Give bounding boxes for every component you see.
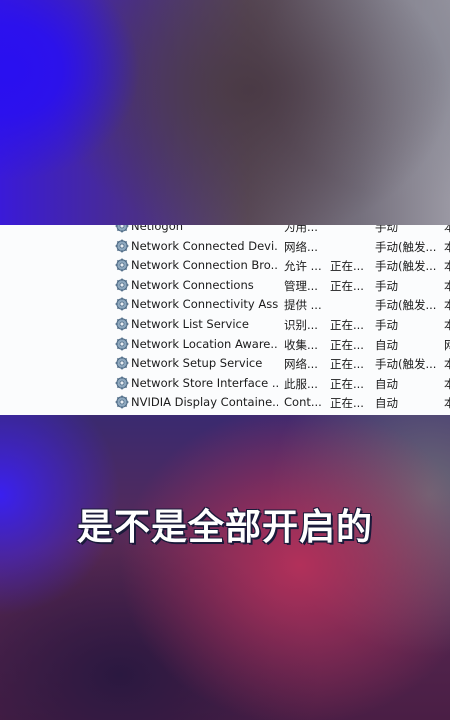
- service-status: 正在...: [330, 396, 364, 411]
- service-name: Netlogon: [131, 225, 184, 233]
- service-row[interactable]: Network Connected Devi... 网络... 手动(触发... 本: [0, 237, 450, 257]
- gear-icon: [115, 225, 129, 233]
- service-startup-type: 手动: [375, 225, 398, 234]
- service-description: 此服...: [284, 376, 318, 391]
- service-name: Network Setup Service: [131, 356, 263, 371]
- gear-icon: [115, 239, 129, 253]
- service-description: 网络...: [284, 357, 318, 372]
- gear-icon: [115, 356, 129, 370]
- service-logon-as: 本: [444, 259, 450, 274]
- service-name: Network List Service: [131, 317, 249, 331]
- gear-icon: [115, 278, 129, 292]
- service-startup-type: 手动(触发...: [375, 259, 437, 274]
- service-row[interactable]: Netlogon 为用... 手动 本: [0, 225, 450, 237]
- service-row[interactable]: Network Connections 管理... 正在... 手动 本: [0, 276, 450, 296]
- blurred-background-bottom: [0, 415, 450, 720]
- service-description: 提供 ...: [284, 298, 322, 313]
- service-description: 允许 ...: [284, 259, 322, 274]
- service-logon-as: 本: [444, 298, 450, 313]
- blurred-background-top: [0, 0, 450, 225]
- video-caption: 是不是全部开启的: [76, 507, 373, 548]
- service-startup-type: 手动: [375, 278, 398, 293]
- service-startup-type: 手动: [375, 318, 398, 332]
- service-name: NVIDIA Display Containe...: [131, 395, 278, 410]
- service-row[interactable]: Network Location Aware... 收集... 正在... 自动 网: [0, 335, 450, 355]
- service-status: 正在...: [330, 278, 364, 293]
- service-logon-as: 本: [444, 376, 450, 391]
- service-description: 识别...: [284, 318, 318, 332]
- service-row[interactable]: Network Store Interface ... 此服... 正在... 自动 本: [0, 374, 450, 394]
- service-row[interactable]: Network Connectivity Ass... 提供 ... 手动(触发..…: [0, 295, 450, 315]
- service-name: Network Store Interface ...: [131, 375, 278, 390]
- service-status: 正在...: [330, 357, 364, 372]
- service-logon-as: 本: [444, 396, 450, 411]
- service-row[interactable]: NVIDIA Display Containe... Cont... 正在... 自动…: [0, 393, 450, 413]
- service-status: 正在...: [330, 318, 364, 332]
- service-logon-as: 本: [444, 357, 450, 372]
- service-name: Network Connection Bro...: [131, 258, 278, 273]
- service-status: 正在...: [330, 259, 364, 274]
- service-row[interactable]: Network Connection Bro... 允许 ... 正在... 手动(触…: [0, 256, 450, 276]
- service-logon-as: 本: [444, 239, 450, 254]
- service-logon-as: 本: [444, 318, 450, 332]
- service-description: 为用...: [284, 225, 318, 234]
- service-logon-as: 本: [444, 278, 450, 293]
- service-logon-as: 本: [444, 225, 450, 234]
- service-startup-type: 手动(触发...: [375, 357, 437, 372]
- service-startup-type: 自动: [375, 337, 398, 352]
- gear-icon: [115, 297, 129, 311]
- service-startup-type: 手动(触发...: [375, 239, 437, 254]
- service-row[interactable]: Network List Service 识别... 正在... 手动 本: [0, 315, 450, 335]
- gear-icon: [115, 258, 129, 272]
- service-description: 收集...: [284, 337, 318, 352]
- services-list: Netlogon 为用... 手动本 Network Connected Devi..…: [0, 225, 450, 415]
- service-status: 正在...: [330, 376, 364, 391]
- service-row[interactable]: Network Setup Service 网络... 正在... 手动(触发... 本: [0, 354, 450, 374]
- gear-icon: [115, 337, 129, 351]
- service-name: Network Location Aware...: [131, 336, 278, 351]
- service-logon-as: 网: [444, 337, 450, 352]
- service-name: Network Connections: [131, 277, 254, 292]
- service-status: 正在...: [330, 337, 364, 352]
- service-startup-type: 自动: [375, 396, 398, 411]
- service-description: Cont...: [284, 395, 322, 410]
- gear-icon: [115, 395, 129, 409]
- service-startup-type: 自动: [375, 376, 398, 391]
- gear-icon: [115, 376, 129, 390]
- service-name: Network Connectivity Ass...: [131, 297, 278, 312]
- service-description: 网络...: [284, 239, 318, 254]
- gear-icon: [115, 317, 129, 331]
- service-startup-type: 手动(触发...: [375, 298, 437, 313]
- service-name: Network Connected Devi...: [131, 238, 278, 253]
- service-description: 管理...: [284, 278, 318, 293]
